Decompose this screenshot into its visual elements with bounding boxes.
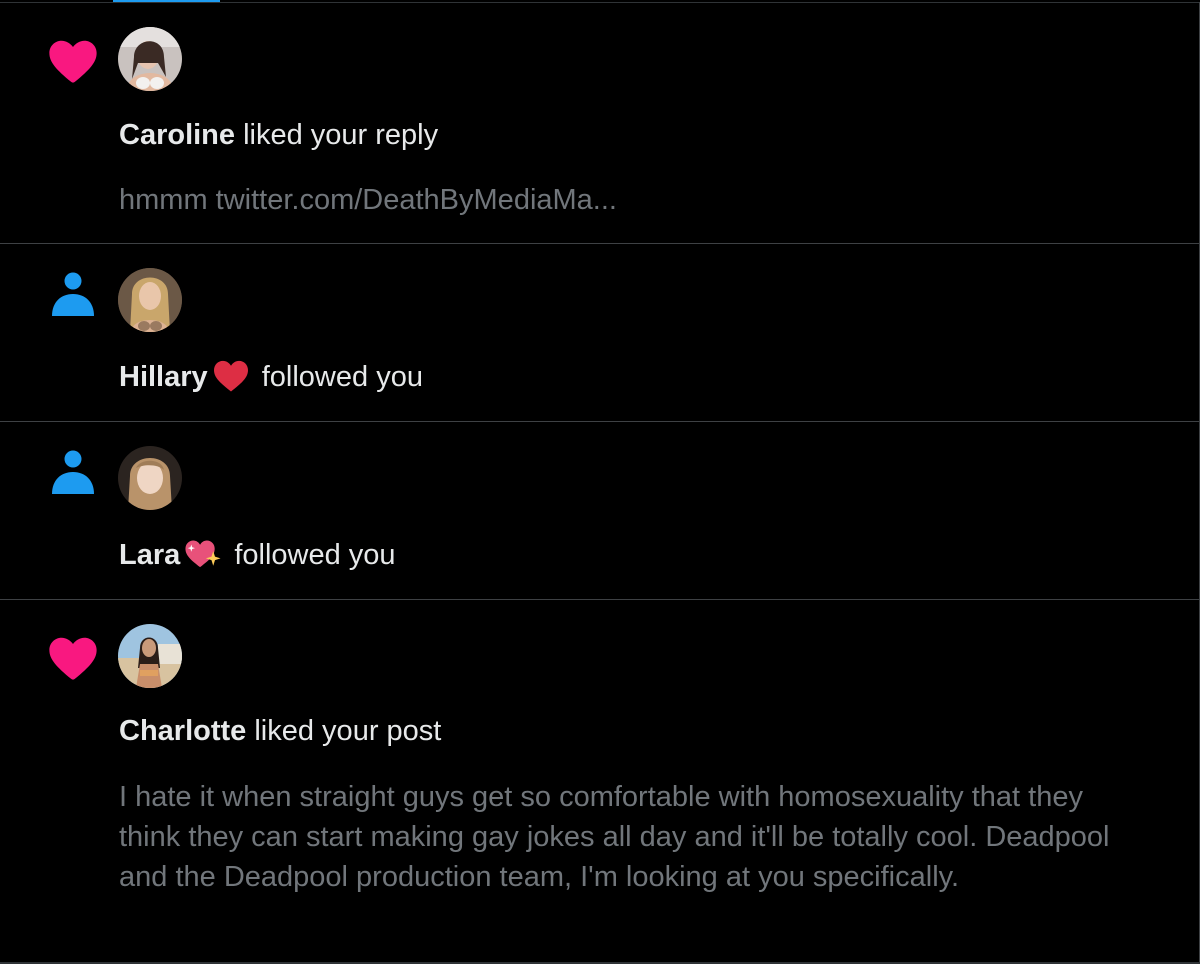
notification-text: Lara followed you [119, 537, 396, 575]
action-text: followed you [261, 361, 423, 393]
user-name[interactable]: Hillary [119, 361, 208, 393]
action-text: liked your reply [243, 119, 439, 151]
notification-follow[interactable]: Hillary followed you [0, 244, 1199, 422]
user-name[interactable]: Caroline [119, 119, 235, 151]
user-name[interactable]: Charlotte [119, 715, 246, 747]
heart-icon [46, 34, 100, 88]
avatar[interactable] [118, 27, 182, 91]
red-heart-emoji [212, 359, 250, 393]
user-name[interactable]: Lara [119, 539, 180, 571]
heart-icon [46, 631, 100, 685]
sparkling-heart-emoji [184, 537, 222, 571]
notification-like[interactable]: Caroline liked your reply hmmm twitter.c… [0, 3, 1199, 244]
action-text: liked your post [254, 715, 442, 747]
reply-preview[interactable]: hmmm twitter.com/DeathByMediaMa... [119, 180, 1119, 220]
avatar[interactable] [118, 624, 182, 688]
person-icon [46, 446, 100, 500]
post-preview[interactable]: I hate it when straight guys get so comf… [119, 777, 1119, 897]
notification-text: Caroline liked your reply [119, 117, 438, 153]
action-text: followed you [234, 539, 396, 571]
person-icon [46, 268, 100, 322]
notification-follow[interactable]: Lara followed you [0, 422, 1199, 600]
avatar[interactable] [118, 446, 182, 510]
notification-text: Charlotte liked your post [119, 713, 441, 749]
notification-text: Hillary followed you [119, 359, 423, 397]
notification-like[interactable]: Charlotte liked your post I hate it when… [0, 600, 1199, 961]
avatar[interactable] [118, 268, 182, 332]
